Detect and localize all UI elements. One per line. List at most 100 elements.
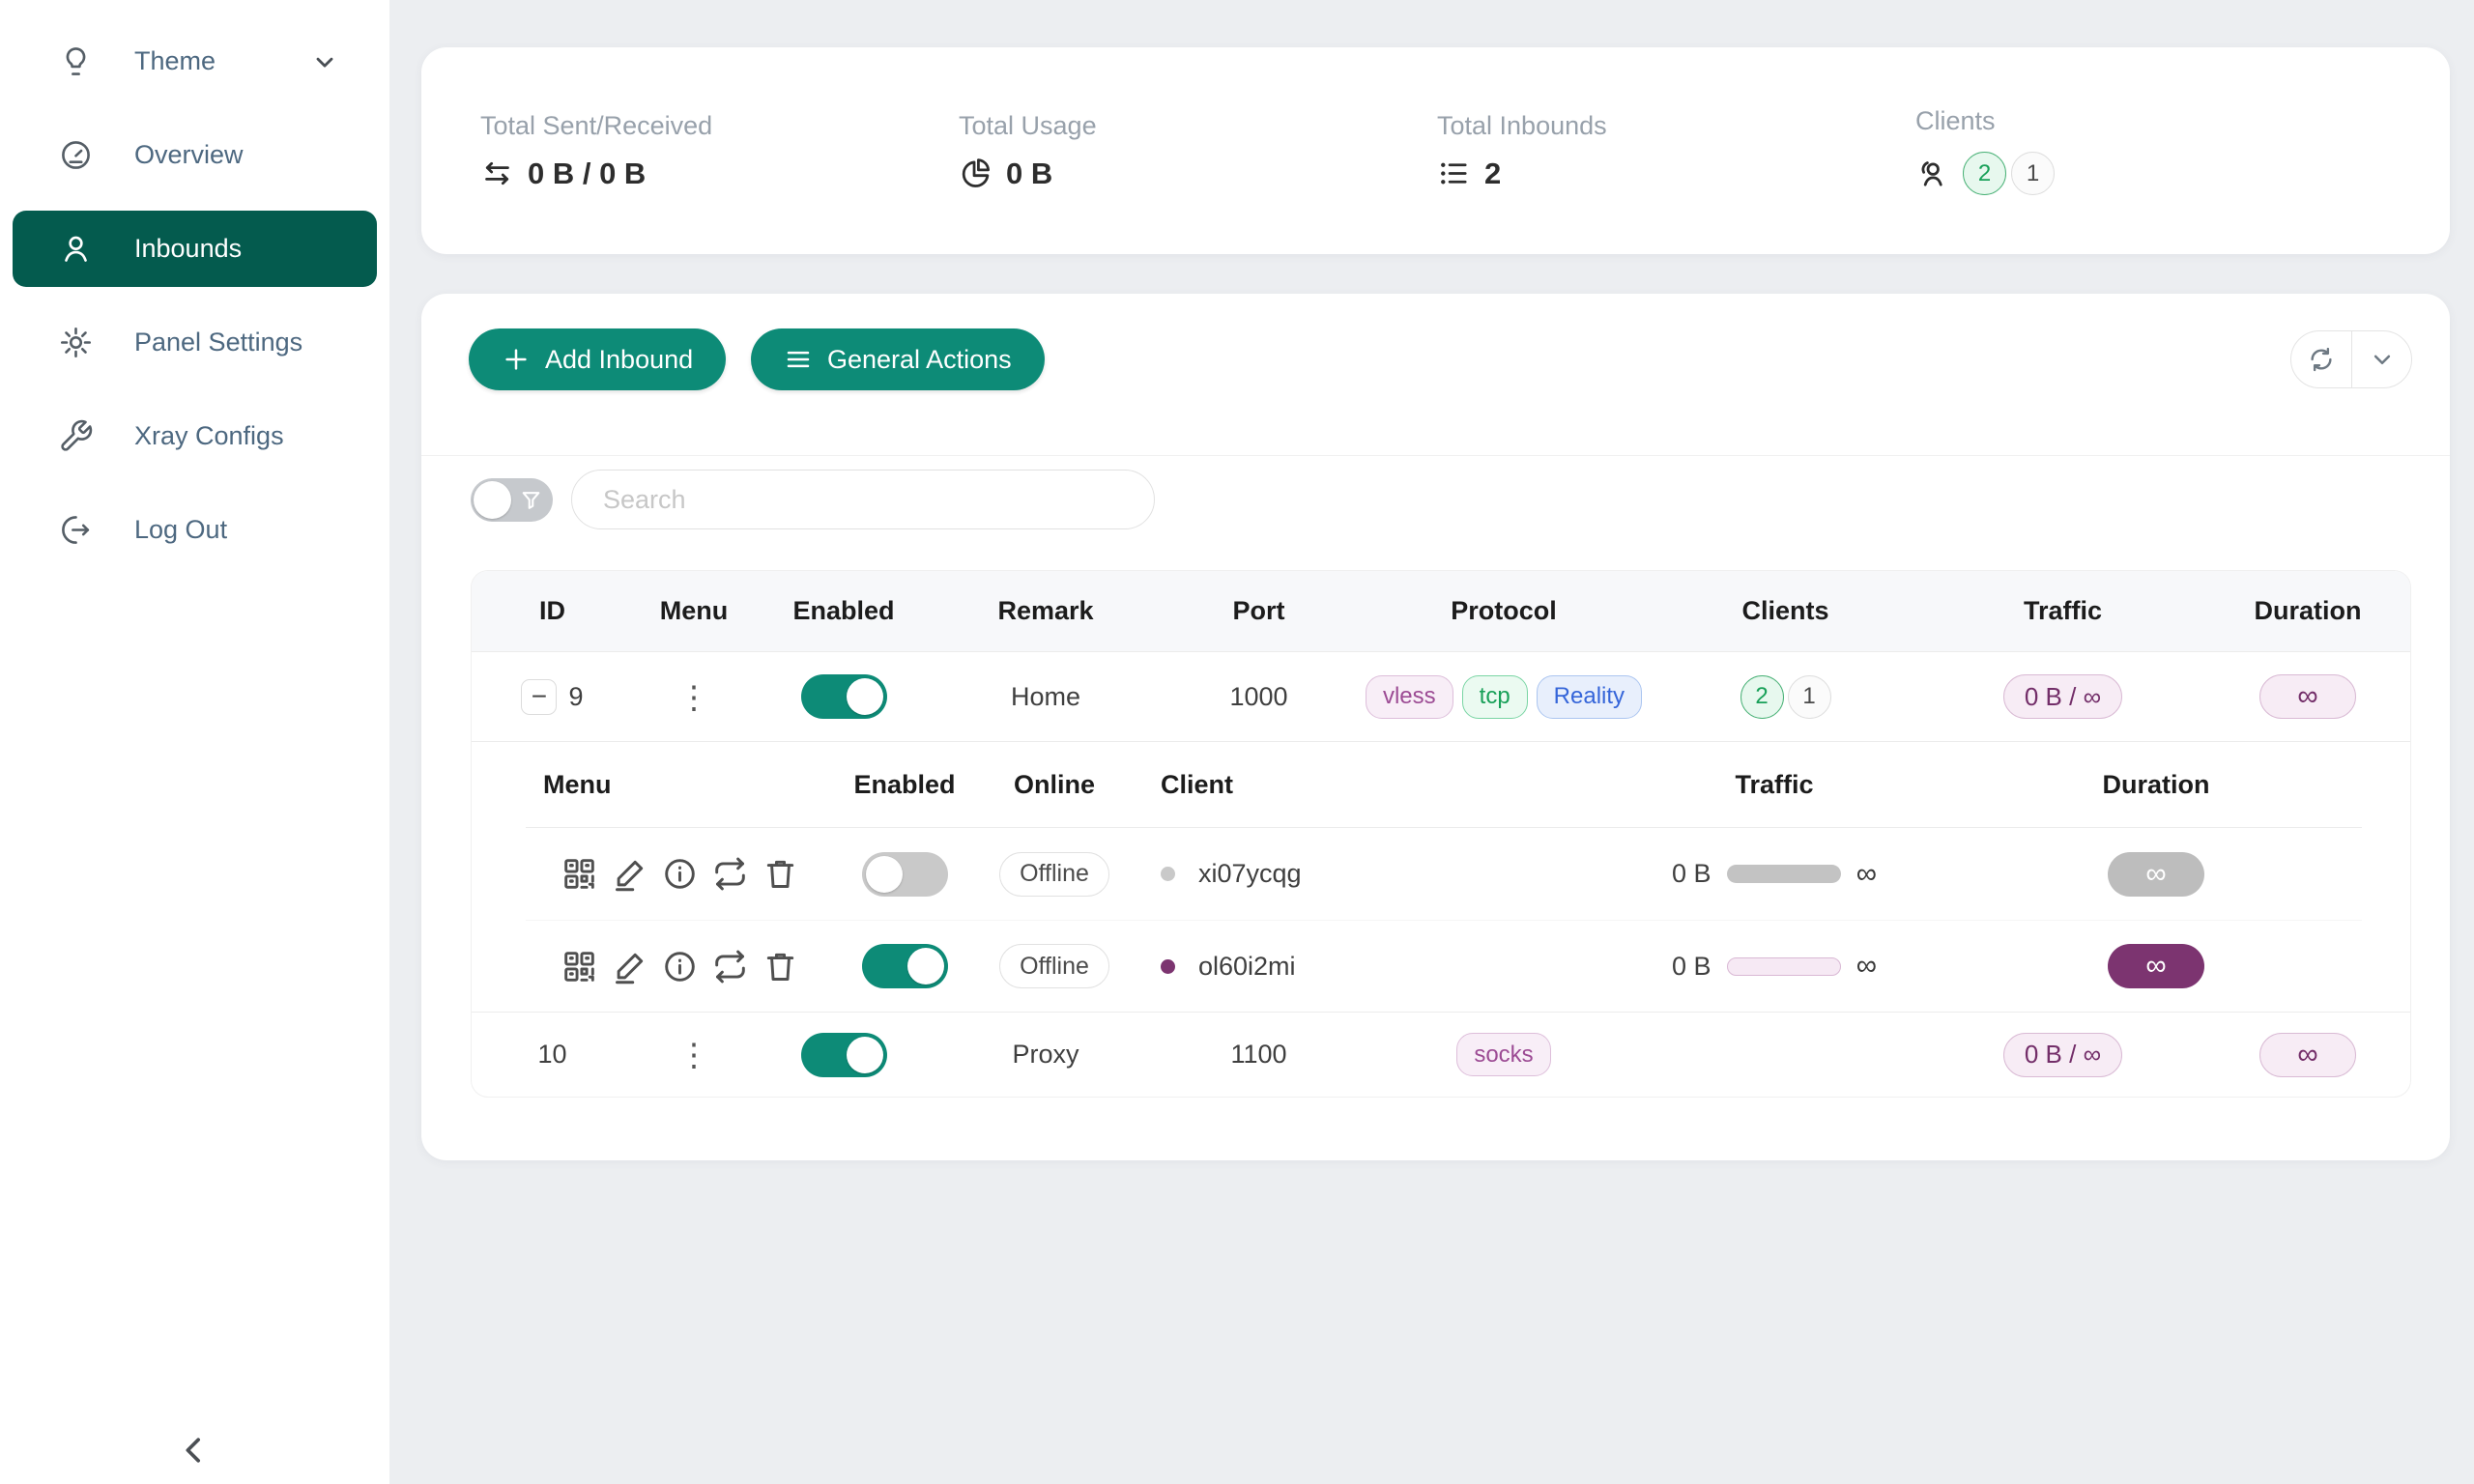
- search-input[interactable]: [571, 470, 1155, 529]
- general-actions-button[interactable]: General Actions: [751, 328, 1045, 390]
- sidebar: Theme Overview Inbounds Panel Settings: [0, 0, 389, 1484]
- pie-chart-icon: [959, 157, 992, 190]
- edit-icon[interactable]: [611, 948, 648, 985]
- sidebar-item-label: Xray Configs: [134, 421, 284, 451]
- inbound-row-9: − 9 ⋮ Home 1000 vless tcp Reality 2 1 0 …: [472, 652, 2410, 741]
- protocol-tag: socks: [1456, 1033, 1550, 1076]
- stat-value: 2: [1484, 157, 1501, 191]
- client-name: xi07ycqg: [1198, 859, 1302, 889]
- chevron-down-icon: [2368, 345, 2397, 374]
- lightbulb-icon: [58, 43, 94, 79]
- toggle-knob: [474, 481, 511, 519]
- filter-toggle[interactable]: [471, 478, 553, 522]
- refresh-button[interactable]: [2291, 331, 2351, 387]
- client-enabled-toggle[interactable]: [862, 852, 948, 897]
- reset-traffic-icon[interactable]: [711, 855, 749, 893]
- inbound-id: 9: [568, 682, 583, 712]
- client-row-xi07ycqg: Offline xi07ycqg 0 B ∞ ∞: [526, 828, 2362, 920]
- delete-icon[interactable]: [762, 948, 799, 985]
- col-header-protocol: Protocol: [1359, 571, 1649, 651]
- reset-traffic-icon[interactable]: [711, 948, 749, 985]
- subcol-header-duration: Duration: [1992, 742, 2320, 827]
- add-inbound-button[interactable]: Add Inbound: [469, 328, 726, 390]
- gauge-icon: [58, 137, 94, 173]
- stat-label: Total Inbounds: [1437, 111, 1856, 141]
- refresh-options-button[interactable]: [2351, 331, 2411, 387]
- duration-pill: ∞: [2259, 1033, 2356, 1077]
- qr-code-icon[interactable]: [561, 948, 598, 985]
- sidebar-collapse-button[interactable]: [175, 1431, 214, 1470]
- client-traffic-value: 0 B: [1672, 859, 1712, 889]
- wrench-icon: [58, 418, 94, 454]
- client-color-dot: [1161, 867, 1175, 881]
- security-tag: Reality: [1537, 675, 1642, 719]
- row-menu-button[interactable]: ⋮: [678, 1039, 710, 1070]
- stat-total-inbounds: Total Inbounds 2: [1378, 111, 1856, 191]
- sidebar-item-log-out[interactable]: Log Out: [13, 492, 377, 568]
- sidebar-item-xray-configs[interactable]: Xray Configs: [13, 398, 377, 474]
- stat-total-sent-received: Total Sent/Received 0 B / 0 B: [421, 111, 900, 191]
- sidebar-item-label: Log Out: [134, 515, 227, 545]
- edit-icon[interactable]: [611, 855, 648, 893]
- stat-total-usage: Total Usage 0 B: [900, 111, 1378, 191]
- sidebar-item-label: Panel Settings: [134, 328, 302, 357]
- inbound-port: 1000: [1159, 652, 1359, 741]
- client-enabled-toggle[interactable]: [862, 944, 948, 988]
- info-icon[interactable]: [661, 855, 699, 893]
- enabled-toggle[interactable]: [801, 1033, 887, 1077]
- protocol-tag: vless: [1366, 675, 1453, 719]
- clients-deactivated-badge: 1: [1788, 675, 1831, 719]
- traffic-pill: 0 B / ∞: [2003, 1033, 2122, 1077]
- stats-card: Total Sent/Received 0 B / 0 B Total Usag…: [421, 47, 2450, 254]
- enabled-toggle[interactable]: [801, 674, 887, 719]
- col-header-id: ID: [472, 571, 633, 651]
- list-icon: [1437, 157, 1471, 190]
- client-duration-pill: ∞: [2108, 944, 2204, 988]
- toolbar: Add Inbound General Actions: [421, 328, 2450, 421]
- chevron-down-icon: [311, 48, 338, 75]
- inbounds-table: ID Menu Enabled Remark Port Protocol Cli…: [471, 570, 2411, 1098]
- sidebar-item-label: Inbounds: [134, 234, 242, 264]
- traffic-progress-bar: [1727, 957, 1841, 976]
- divider: [421, 455, 2450, 456]
- refresh-icon: [2307, 345, 2336, 374]
- online-status-badge: Offline: [999, 944, 1109, 988]
- col-header-clients: Clients: [1649, 571, 1922, 651]
- stat-value: 0 B: [1006, 157, 1052, 191]
- row-menu-button[interactable]: ⋮: [678, 681, 710, 713]
- qr-code-icon[interactable]: [561, 855, 598, 893]
- client-duration-pill: ∞: [2108, 852, 2204, 897]
- inbound-id: 10: [472, 1013, 633, 1097]
- plus-icon: [502, 345, 531, 374]
- inbounds-panel: Add Inbound General Actions: [421, 294, 2450, 1160]
- sidebar-item-overview[interactable]: Overview: [13, 117, 377, 193]
- network-tag: tcp: [1462, 675, 1528, 719]
- filter-funnel-icon: [519, 488, 543, 512]
- sidebar-item-theme[interactable]: Theme: [13, 23, 377, 100]
- stat-label: Total Sent/Received: [480, 111, 900, 141]
- inbound-remark: Home: [933, 652, 1159, 741]
- stat-label: Total Usage: [959, 111, 1378, 141]
- client-traffic-value: 0 B: [1672, 952, 1712, 982]
- delete-icon[interactable]: [762, 855, 799, 893]
- col-header-enabled: Enabled: [755, 571, 933, 651]
- stat-value: 0 B / 0 B: [528, 157, 646, 191]
- inbound-port: 1100: [1159, 1013, 1359, 1097]
- duration-pill: ∞: [2259, 674, 2356, 719]
- clients-subtable: Menu Enabled Online Client Traffic Durat…: [472, 741, 2410, 1012]
- sidebar-item-panel-settings[interactable]: Panel Settings: [13, 304, 377, 381]
- inbound-remark: Proxy: [933, 1013, 1159, 1097]
- info-icon[interactable]: [661, 948, 699, 985]
- client-name: ol60i2mi: [1198, 952, 1296, 982]
- col-header-menu: Menu: [633, 571, 755, 651]
- collapse-row-button[interactable]: −: [521, 679, 557, 715]
- sidebar-item-inbounds[interactable]: Inbounds: [13, 211, 377, 287]
- traffic-limit: ∞: [1856, 858, 1877, 891]
- online-status-badge: Offline: [999, 852, 1109, 897]
- client-color-dot: [1161, 959, 1175, 974]
- stat-clients: Clients 2 1: [1856, 106, 2335, 195]
- sidebar-item-label: Theme: [134, 46, 216, 76]
- subcol-header-client: Client: [1122, 742, 1557, 827]
- clients-count-badge: 2: [1963, 152, 2006, 195]
- client-row-ol60i2mi: Offline ol60i2mi 0 B ∞ ∞: [526, 920, 2362, 1012]
